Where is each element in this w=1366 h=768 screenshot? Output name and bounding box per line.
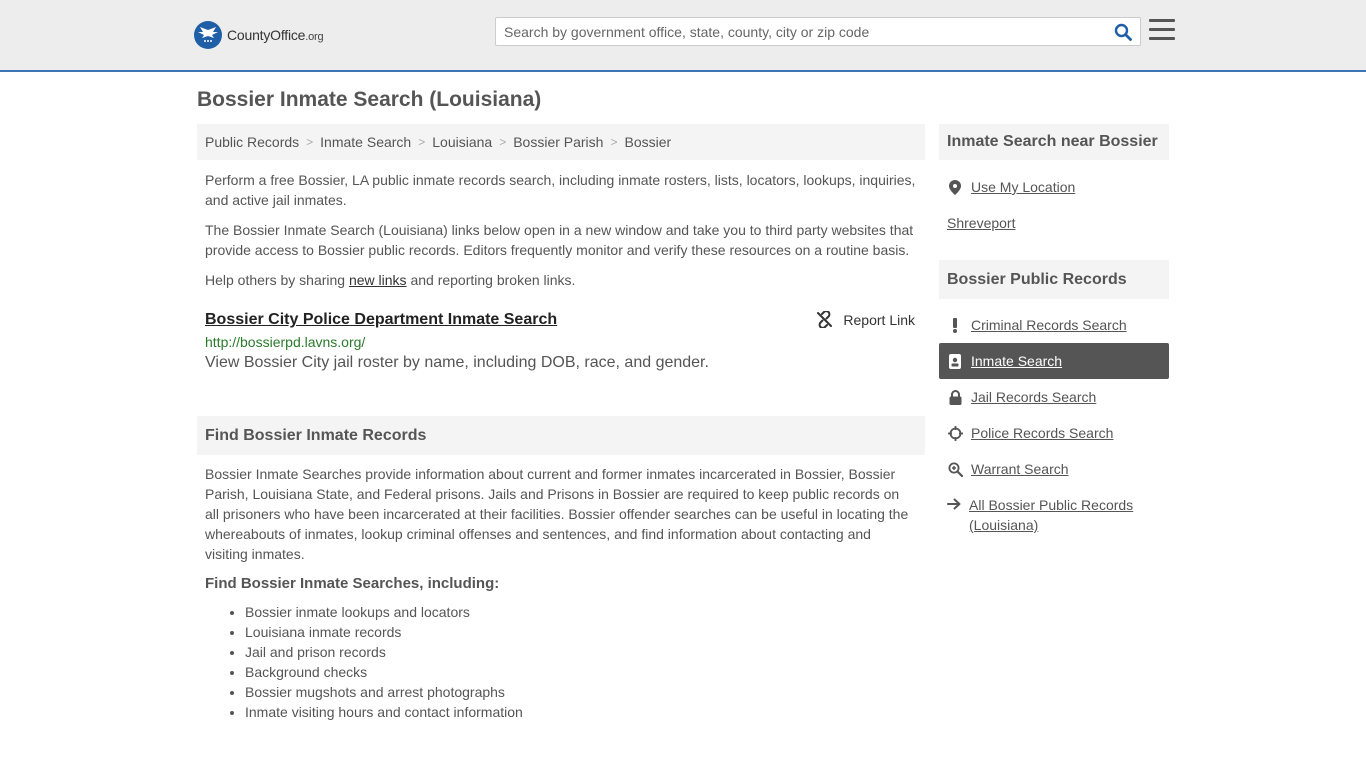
logo-text: CountyOffice.org [227, 27, 324, 43]
eagle-seal-icon [194, 21, 222, 49]
listing-item: Bossier City Police Department Inmate Se… [197, 311, 925, 372]
sidebar-item-police-records[interactable]: Police Records Search [939, 415, 1169, 451]
site-header: CountyOffice.org [0, 0, 1366, 72]
public-records-heading: Bossier Public Records [939, 260, 1169, 299]
new-links-link[interactable]: new links [349, 272, 407, 288]
breadcrumb-inmate-search[interactable]: Inmate Search [320, 134, 411, 150]
sidebar-item-criminal-records[interactable]: Criminal Records Search [939, 307, 1169, 343]
breadcrumb-separator: > [499, 135, 507, 149]
use-my-location-link[interactable]: Use My Location [971, 179, 1075, 195]
list-item: Background checks [245, 662, 925, 682]
id-badge-icon [947, 353, 963, 369]
breadcrumb-separator: > [306, 135, 314, 149]
listing-url[interactable]: http://bossierpd.lavns.org/ [205, 334, 917, 350]
search-icon[interactable] [1106, 18, 1140, 45]
list-item: Bossier inmate lookups and locators [245, 602, 925, 622]
intro-paragraph: Perform a free Bossier, LA public inmate… [205, 172, 916, 208]
breadcrumb-louisiana[interactable]: Louisiana [432, 134, 492, 150]
search-types-list: Bossier inmate lookups and locators Loui… [197, 602, 925, 722]
page-title: Bossier Inmate Search (Louisiana) [197, 88, 542, 111]
list-item: Louisiana inmate records [245, 622, 925, 642]
breadcrumb-bossier-parish[interactable]: Bossier Parish [513, 134, 603, 150]
listing-description: View Bossier City jail roster by name, i… [205, 354, 709, 371]
arrow-right-icon [947, 498, 961, 510]
breadcrumb: Public Records > Inmate Search > Louisia… [197, 124, 925, 160]
search-input[interactable] [496, 18, 1106, 45]
breadcrumb-bossier[interactable]: Bossier [624, 134, 671, 150]
share-links-paragraph: Help others by sharing new links and rep… [205, 272, 576, 288]
breadcrumb-separator: > [418, 135, 426, 149]
breadcrumb-public-records[interactable]: Public Records [205, 134, 299, 150]
disclaimer-paragraph: The Bossier Inmate Search (Louisiana) li… [205, 222, 914, 258]
crosshair-icon [947, 425, 963, 441]
list-item: Inmate visiting hours and contact inform… [245, 702, 925, 722]
nearby-heading: Inmate Search near Bossier [939, 124, 1169, 160]
sidebar-item-inmate-search[interactable]: Inmate Search [939, 343, 1169, 379]
sidebar-item-jail-records[interactable]: Jail Records Search [939, 379, 1169, 415]
find-searches-subheading: Find Bossier Inmate Searches, including: [205, 575, 500, 592]
search-bar [495, 17, 1141, 46]
map-marker-icon [947, 179, 963, 195]
magnify-icon [947, 462, 963, 477]
shreveport-link[interactable]: Shreveport [947, 215, 1015, 231]
main-content: Public Records > Inmate Search > Louisia… [197, 124, 925, 722]
lock-icon [947, 389, 963, 405]
breadcrumb-separator: > [610, 135, 618, 149]
exclamation-icon [947, 317, 963, 333]
sidebar-item-warrant-search[interactable]: Warrant Search [939, 451, 1169, 487]
find-records-heading: Find Bossier Inmate Records [197, 416, 925, 455]
hamburger-menu-icon[interactable] [1149, 19, 1175, 43]
sidebar: Inmate Search near Bossier Use My Locati… [939, 124, 1169, 535]
site-logo[interactable]: CountyOffice.org [194, 20, 324, 50]
use-my-location-item[interactable]: Use My Location [939, 169, 1169, 205]
report-link-button[interactable]: Report Link [816, 311, 915, 328]
find-records-paragraph: Bossier Inmate Searches provide informat… [205, 466, 909, 562]
listing-title-link[interactable]: Bossier City Police Department Inmate Se… [205, 311, 557, 329]
list-item: Bossier mugshots and arrest photographs [245, 682, 925, 702]
list-item: Jail and prison records [245, 642, 925, 662]
broken-link-icon [817, 311, 833, 328]
sidebar-item-all-records[interactable]: All Bossier Public Records (Louisiana) [939, 487, 1169, 535]
nearby-city-item[interactable]: Shreveport [939, 205, 1169, 241]
